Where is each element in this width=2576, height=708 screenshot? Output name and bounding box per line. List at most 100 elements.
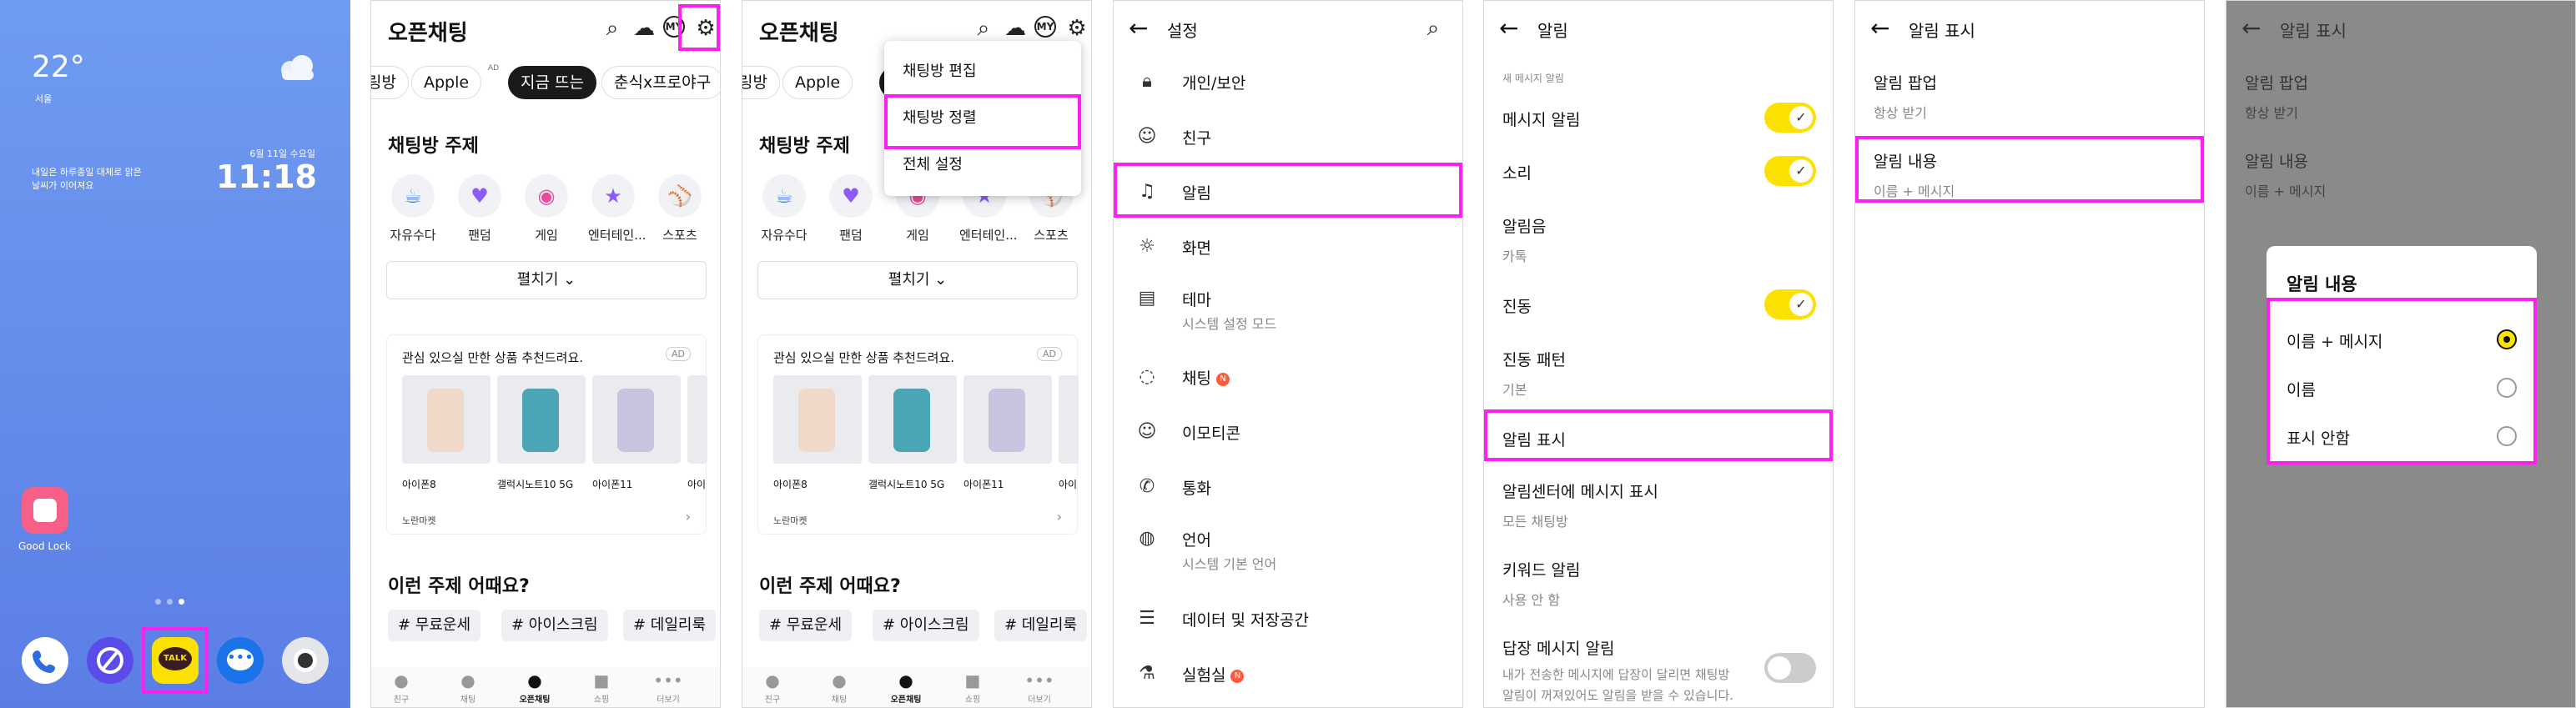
product-card[interactable]: 아이폰11 [592,375,681,491]
more-icon: ••• [1024,670,1054,690]
check-icon: ✓ [1789,106,1813,129]
tag[interactable]: # 무료운세 [388,610,481,641]
good-lock-app[interactable] [22,487,68,534]
tab-label: 채팅 [460,695,476,705]
cloud-add-icon[interactable]: ☁ [1003,16,1028,41]
search-icon[interactable]: ⌕ [600,16,625,41]
tab-openchat[interactable]: ● 오픈채팅 [511,670,558,705]
settings-item-label: 친구 [1182,129,1211,148]
back-arrow-icon[interactable]: ← [1129,16,1148,41]
topic-label: 팬덤 [468,228,491,243]
product-card[interactable]: 아이폰8 [402,375,491,491]
page-title: 알림 표시 [1909,21,1975,41]
cloud-icon [275,55,319,80]
gear-icon[interactable]: ⚙ [1064,16,1089,41]
search-icon[interactable]: ⌕ [1421,16,1446,41]
product-card[interactable]: 갤럭시노트10 5G [868,375,957,491]
row-vibration-pattern[interactable]: 진동 패턴기본 [1502,348,1816,399]
product-card[interactable]: 아이 [1059,375,1079,491]
settings-screen: ← 설정 ⌕ 🔒︎ 개인/보안 ☺ 친구 ♫ 알림 ☼ 화면 ▤ 테마 시스템 설정 모드 … [1113,0,1463,708]
person-icon: ● [394,670,409,690]
camera-icon[interactable] [282,637,329,684]
weather-temperature: 22° [32,50,85,84]
product-card[interactable]: 아이 [687,375,707,491]
settings-item-label: 실험실 [1182,666,1226,685]
topic-item[interactable]: ♥ 팬덤 [826,174,876,244]
toggle-sound[interactable]: ✓ [1764,156,1816,186]
chip-apple[interactable]: Apple [782,66,853,99]
product-card[interactable]: 갤럭시노트10 5G [497,375,586,491]
back-arrow-icon[interactable]: ← [2241,16,2261,41]
tab-chats[interactable]: ● 채팅 [816,670,863,705]
tag[interactable]: # 무료운세 [759,610,853,641]
topic-label: 엔터테인... [959,228,1018,243]
chip[interactable]: 링방 [742,66,780,99]
tag[interactable]: # 데일리룩 [994,610,1088,641]
messages-icon[interactable]: ••• [217,637,264,684]
tag[interactable]: # 아이스크림 [873,610,979,641]
section-suggest-title: 이런 주제 어때요? [759,576,901,597]
back-arrow-icon[interactable]: ← [1499,16,1518,41]
screen-icon: ☼ [1139,236,1155,257]
tab-more[interactable]: ••• 더보기 [645,670,692,705]
ad-header: 관심 있으실 만한 상품 추천드려요. [773,350,955,365]
topic-item[interactable]: ☕ 자유수다 [759,174,809,244]
expand-button[interactable]: 펼치기 ⌄ [757,261,1078,299]
topic-item[interactable]: ⚾ 스포츠 [655,174,705,244]
settings-item-sub: 시스템 설정 모드 [1182,316,1277,332]
row-value: 모든 채팅방 [1502,514,1568,530]
row-keyword[interactable]: 키워드 알림 사용 안 함 [1502,558,1816,609]
ad-box[interactable]: 관심 있으실 만한 상품 추천드려요. AD 아이폰8 갤럭시노트10 5G 아… [386,334,707,535]
back-arrow-icon[interactable]: ← [1870,16,1889,41]
chip-trending[interactable]: 지금 뜨는 [508,66,596,99]
cloud-add-icon[interactable]: ☁ [631,16,657,41]
browser-icon[interactable] [87,637,133,684]
tab-friends[interactable]: ● 친구 [378,670,425,705]
product-name: 갤럭시노트10 5G [868,479,945,490]
topic-item[interactable]: ★ 엔터테인... [588,174,647,244]
tab-shopping[interactable]: ■ 쇼핑 [578,670,625,705]
topic-item[interactable]: ◉ 게임 [521,174,571,244]
row-label: 답장 메시지 알림 [1502,640,1615,658]
ad-box[interactable]: 관심 있으실 만한 상품 추천드려요. AD 아이폰8 갤럭시노트10 5G 아… [757,334,1079,535]
section-label: 새 메시지 알림 [1502,73,1564,84]
tab-chats[interactable]: ● 채팅 [445,670,491,705]
tag[interactable]: # 아이스크림 [501,610,608,641]
toggle-reply[interactable] [1764,653,1816,683]
lab-icon: ⚗ [1139,663,1155,684]
chip[interactable]: 링방 [371,66,409,99]
product-card[interactable]: 아이폰8 [773,375,862,491]
page-title: 오픈채팅 [759,21,839,46]
notifications-screen: ← 알림 새 메시지 알림 메시지 알림 ✓ 소리 ✓ 알림음 카톡 진동 ✓ 진… [1483,0,1834,708]
menu-item-all-settings[interactable]: 전체 설정 [903,153,963,174]
tab-openchat[interactable]: ● 오픈채팅 [883,670,929,705]
good-lock-label: Good Lock [18,540,71,552]
expand-button[interactable]: 펼치기 ⌄ [386,261,707,299]
row-notification-center[interactable]: 알림센터에 메시지 표시 모든 채팅방 [1502,480,1816,530]
row-ringtone[interactable]: 알림음 카톡 [1502,214,1816,265]
settings-item-label: 데이터 및 저장공간 [1182,611,1309,630]
topic-item[interactable]: ♥ 팬덤 [455,174,505,244]
ad-badge: AD [1037,347,1062,361]
tag[interactable]: # 데일리룩 [623,610,717,641]
coffee-icon: ☕ [391,174,435,218]
tab-friends[interactable]: ● 친구 [749,670,796,705]
my-profile-icon[interactable]: MY [1034,16,1056,38]
chip[interactable]: 춘식x프로야구 [601,66,720,99]
chip-apple[interactable]: Apple [411,66,482,99]
phone-icon[interactable] [22,637,68,684]
row-value: 기본 [1502,382,1527,398]
toggle-vibration[interactable]: ✓ [1764,289,1816,319]
row-popup[interactable]: 알림 팝업 항상 받기 [1874,71,2187,122]
menu-item-edit[interactable]: 채팅방 편집 [903,59,977,81]
page-title: 설정 [1167,21,1198,41]
row-label: 진동 패턴 [1502,351,1566,369]
tab-shopping[interactable]: ■ 쇼핑 [949,670,996,705]
topic-item[interactable]: ☕ 자유수다 [388,174,438,244]
toggle-message-alert[interactable]: ✓ [1764,103,1816,133]
tab-more[interactable]: ••• 더보기 [1016,670,1063,705]
tab-label: 채팅 [831,695,848,705]
product-card[interactable]: 아이폰11 [963,375,1052,491]
search-icon[interactable]: ⌕ [971,16,996,41]
topic-label: 스포츠 [662,228,697,243]
